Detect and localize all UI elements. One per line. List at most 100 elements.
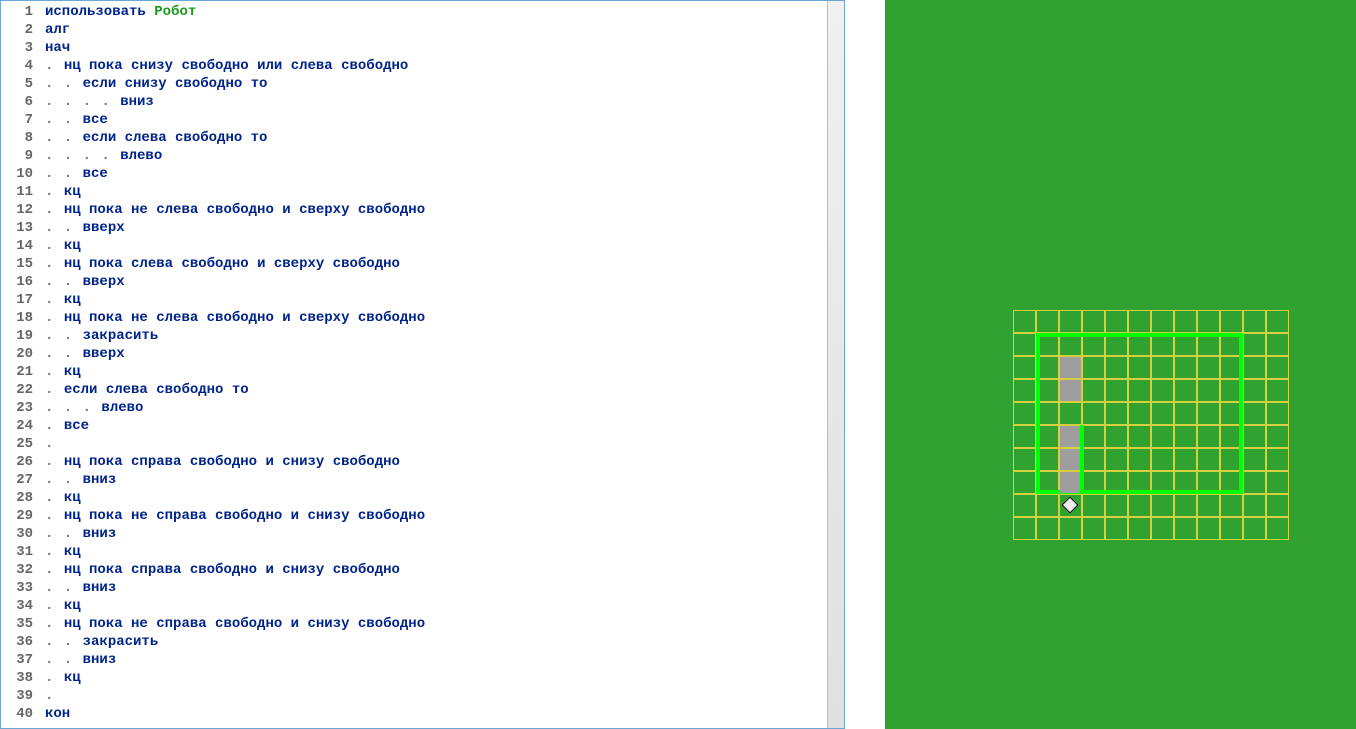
code-line[interactable]: . нц пока не слева свободно и сверху сво…	[45, 309, 823, 327]
code-line[interactable]: . . если слева свободно то	[45, 129, 823, 147]
line-number: 25	[3, 435, 33, 453]
code-line[interactable]: . . вверх	[45, 273, 823, 291]
line-number: 40	[3, 705, 33, 723]
grid-cell	[1082, 310, 1105, 333]
grid-cell	[1128, 448, 1151, 471]
code-line[interactable]: . . если снизу свободно то	[45, 75, 823, 93]
code-line[interactable]: . . закрасить	[45, 327, 823, 345]
grid-cell	[1266, 333, 1289, 356]
code-line[interactable]: . . . . вниз	[45, 93, 823, 111]
painted-cell	[1060, 380, 1081, 401]
line-number: 5	[3, 75, 33, 93]
code-line[interactable]: . все	[45, 417, 823, 435]
code-line[interactable]: . кц	[45, 183, 823, 201]
code-line[interactable]: . нц пока справа свободно и снизу свобод…	[45, 453, 823, 471]
code-line[interactable]: .	[45, 435, 823, 453]
grid-cell	[1128, 310, 1151, 333]
code-line[interactable]: кон	[45, 705, 823, 723]
grid-cell	[1266, 448, 1289, 471]
painted-cell	[1060, 472, 1081, 493]
code-line[interactable]: .	[45, 687, 823, 705]
grid-cell	[1082, 356, 1105, 379]
code-line[interactable]: . . закрасить	[45, 633, 823, 651]
grid-cell	[1082, 379, 1105, 402]
grid-cell	[1197, 425, 1220, 448]
grid-cell	[1174, 310, 1197, 333]
grid-cell	[1151, 379, 1174, 402]
line-number: 30	[3, 525, 33, 543]
code-line[interactable]: алг	[45, 21, 823, 39]
grid-cell	[1243, 448, 1266, 471]
code-line[interactable]: . . вниз	[45, 651, 823, 669]
grid-cell	[1082, 517, 1105, 540]
code-line[interactable]: . . . влево	[45, 399, 823, 417]
grid-cell	[1243, 471, 1266, 494]
line-number: 39	[3, 687, 33, 705]
grid-cell	[1036, 494, 1059, 517]
grid-cell	[1197, 402, 1220, 425]
code-line[interactable]: . кц	[45, 291, 823, 309]
grid-cell	[1174, 425, 1197, 448]
code-line[interactable]: . нц пока не справа свободно и снизу сво…	[45, 615, 823, 633]
code-editor[interactable]: 1234567891011121314151617181920212223242…	[0, 0, 845, 729]
grid-cell	[1243, 425, 1266, 448]
line-number: 26	[3, 453, 33, 471]
grid-cell	[1082, 448, 1105, 471]
grid-cell	[1105, 517, 1128, 540]
grid-cell	[1013, 471, 1036, 494]
code-line[interactable]: . нц пока слева свободно и сверху свобод…	[45, 255, 823, 273]
code-line[interactable]: . кц	[45, 237, 823, 255]
code-line[interactable]: . . вниз	[45, 525, 823, 543]
grid-cell	[1266, 425, 1289, 448]
code-line[interactable]: . . все	[45, 111, 823, 129]
field-outer-wall	[1239, 333, 1243, 494]
grid-cell	[1266, 494, 1289, 517]
grid-cell	[1243, 517, 1266, 540]
code-line[interactable]: . нц пока не слева свободно и сверху сво…	[45, 201, 823, 219]
code-line[interactable]: . . вверх	[45, 219, 823, 237]
robot-grid	[1013, 310, 1289, 540]
inner-wall	[1080, 425, 1084, 494]
grid-cell	[1059, 310, 1082, 333]
robot-field[interactable]	[885, 0, 1356, 729]
code-line[interactable]: . кц	[45, 597, 823, 615]
grid-cell	[1151, 448, 1174, 471]
grid-cell	[1220, 494, 1243, 517]
line-number: 24	[3, 417, 33, 435]
code-line[interactable]: . кц	[45, 489, 823, 507]
grid-cell	[1128, 494, 1151, 517]
painted-cell	[1060, 357, 1081, 378]
code-line[interactable]: . нц пока справа свободно и снизу свобод…	[45, 561, 823, 579]
code-line[interactable]: использовать Робот	[45, 3, 823, 21]
grid-cell	[1266, 517, 1289, 540]
line-number: 3	[3, 39, 33, 57]
grid-cell	[1059, 517, 1082, 540]
code-line[interactable]: . . все	[45, 165, 823, 183]
line-number: 28	[3, 489, 33, 507]
code-line[interactable]: . . . . влево	[45, 147, 823, 165]
code-line[interactable]: . . вниз	[45, 579, 823, 597]
code-line[interactable]: . . вниз	[45, 471, 823, 489]
grid-cell	[1151, 425, 1174, 448]
grid-cell	[1220, 310, 1243, 333]
line-number: 37	[3, 651, 33, 669]
code-line[interactable]: . кц	[45, 543, 823, 561]
grid-cell	[1059, 402, 1082, 425]
code-line[interactable]: . кц	[45, 669, 823, 687]
line-number: 20	[3, 345, 33, 363]
grid-cell	[1151, 356, 1174, 379]
code-line[interactable]: . нц пока не справа свободно и снизу сво…	[45, 507, 823, 525]
code-line[interactable]: . . вверх	[45, 345, 823, 363]
code-line[interactable]: нач	[45, 39, 823, 57]
line-number: 36	[3, 633, 33, 651]
line-number: 38	[3, 669, 33, 687]
code-line[interactable]: . если слева свободно то	[45, 381, 823, 399]
code-line[interactable]: . нц пока снизу свободно или слева свобо…	[45, 57, 823, 75]
app-root: 1234567891011121314151617181920212223242…	[0, 0, 1356, 729]
code-area[interactable]: использовать Роботалгнач. нц пока снизу …	[41, 1, 827, 728]
editor-vertical-scrollbar[interactable]	[827, 1, 844, 728]
grid-cell	[1243, 402, 1266, 425]
grid-cell	[1243, 379, 1266, 402]
code-line[interactable]: . кц	[45, 363, 823, 381]
grid-cell	[1013, 310, 1036, 333]
